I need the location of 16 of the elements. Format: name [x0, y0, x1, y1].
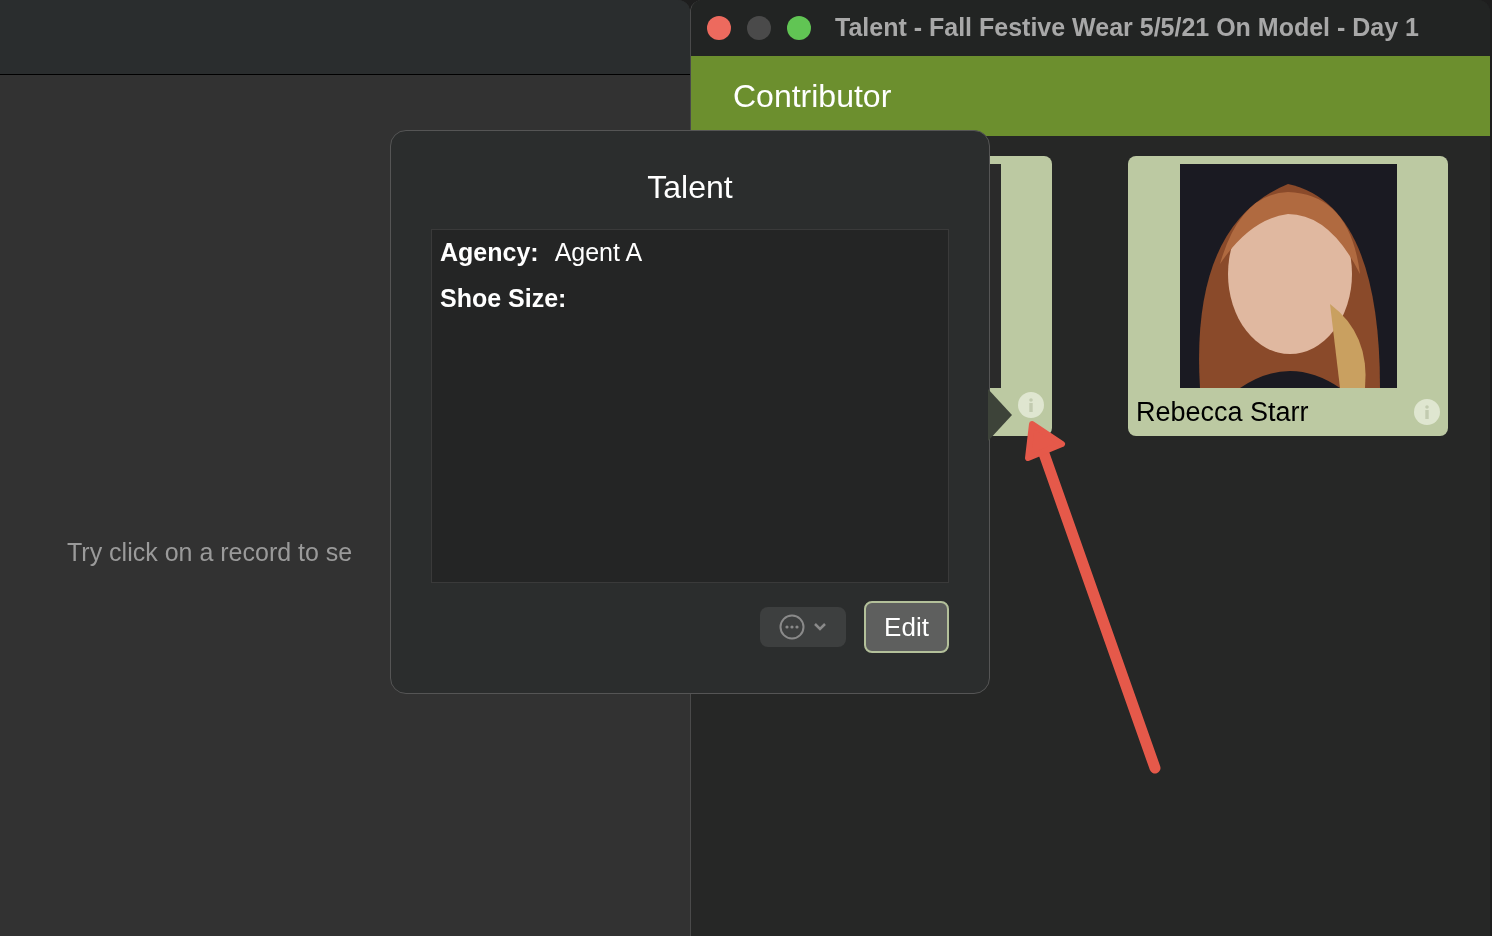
field-label: Shoe Size: — [440, 282, 567, 314]
window-control[interactable] — [707, 16, 731, 40]
talent-card[interactable]: Rebecca Starr — [1128, 156, 1448, 436]
chevron-down-icon — [813, 622, 827, 632]
popover-pointer — [988, 389, 1014, 441]
window-control[interactable] — [787, 16, 811, 40]
action-menu-button[interactable] — [760, 607, 846, 647]
window-title: Talent - Fall Festive Wear 5/5/21 On Model - Day 1 — [835, 12, 1419, 44]
popover-title: Talent — [647, 168, 733, 207]
hint-text: Try click on a record to se — [67, 537, 353, 568]
more-icon — [779, 614, 805, 640]
talent-name: Rebecca Starr — [1136, 396, 1309, 429]
header-title: Contributor — [733, 77, 892, 116]
edit-button[interactable]: Edit — [864, 601, 949, 653]
field-label: Agency: — [440, 237, 539, 268]
field-value: Agent A — [554, 237, 643, 268]
